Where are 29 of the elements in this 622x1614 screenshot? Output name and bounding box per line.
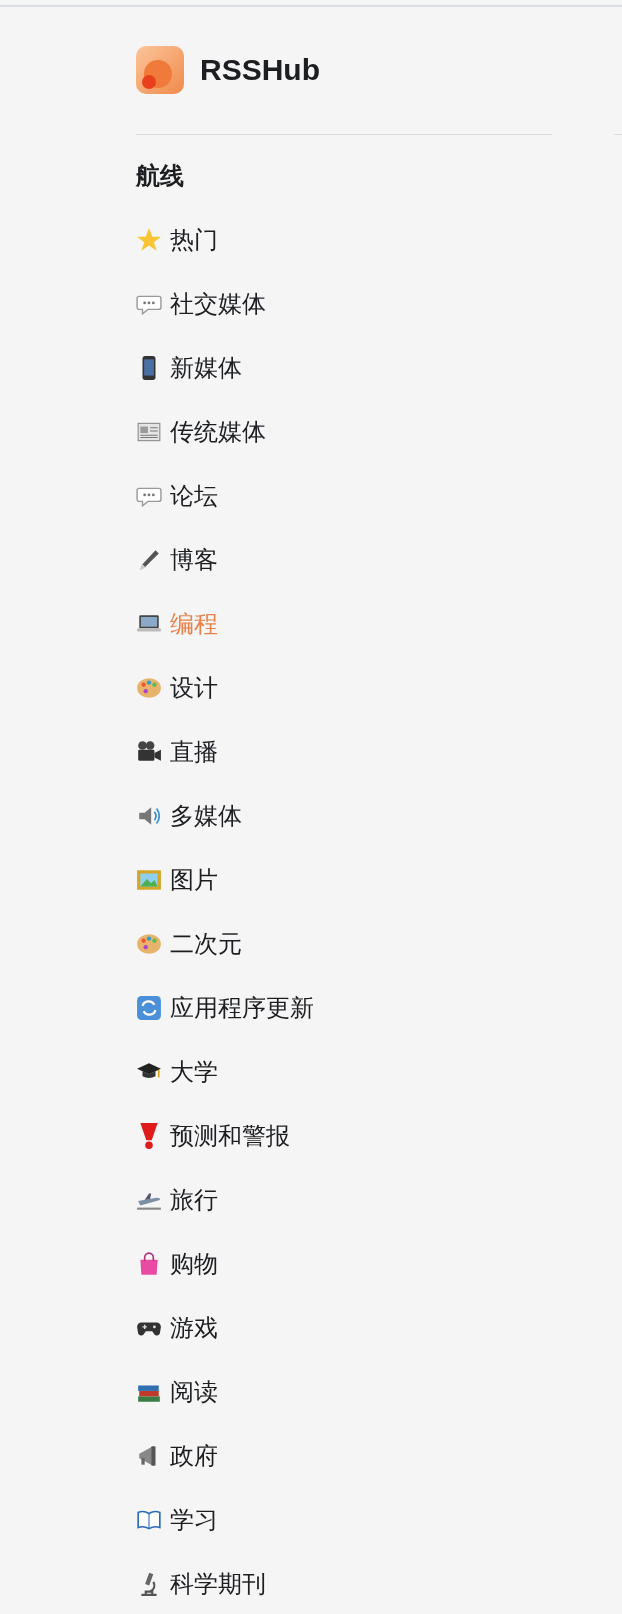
nav-link[interactable]: 论坛 [136, 464, 218, 528]
nav-link[interactable]: 政府 [136, 1424, 218, 1488]
app-title: RSSHub [200, 53, 320, 87]
star-icon [136, 227, 162, 253]
nav-link[interactable]: 图片 [136, 848, 218, 912]
nav-link[interactable]: 设计 [136, 656, 218, 720]
nav-link[interactable]: 传统媒体 [136, 400, 266, 464]
nav-link[interactable]: 阅读 [136, 1360, 218, 1424]
logo-icon [136, 46, 184, 94]
section-heading: 航线 [136, 161, 185, 192]
palette-icon [136, 675, 162, 701]
nav-link[interactable]: 大学 [136, 1040, 218, 1104]
nav-link[interactable]: 学习 [136, 1488, 218, 1552]
nav-link[interactable]: 博客 [136, 528, 218, 592]
nav-link[interactable]: 应用程序更新 [136, 976, 314, 1040]
nav-link[interactable]: 科学期刊 [136, 1552, 266, 1614]
nav-link[interactable]: 新媒体 [136, 336, 242, 400]
nav-link[interactable]: 二次元 [136, 912, 242, 976]
framed-picture-icon [136, 867, 162, 893]
nav-link[interactable]: 预测和警报 [136, 1104, 290, 1168]
nav-link[interactable]: 直播 [136, 720, 218, 784]
nav-link[interactable]: 社交媒体 [136, 272, 266, 336]
nav-link[interactable]: 热门 [136, 208, 218, 272]
nav-link[interactable]: 多媒体 [136, 784, 242, 848]
nav-link[interactable]: 购物 [136, 1232, 218, 1296]
nav-link[interactable]: 旅行 [136, 1168, 218, 1232]
palette-icon [136, 931, 162, 957]
refresh-icon [136, 995, 162, 1021]
nav-link[interactable]: 游戏 [136, 1296, 218, 1360]
